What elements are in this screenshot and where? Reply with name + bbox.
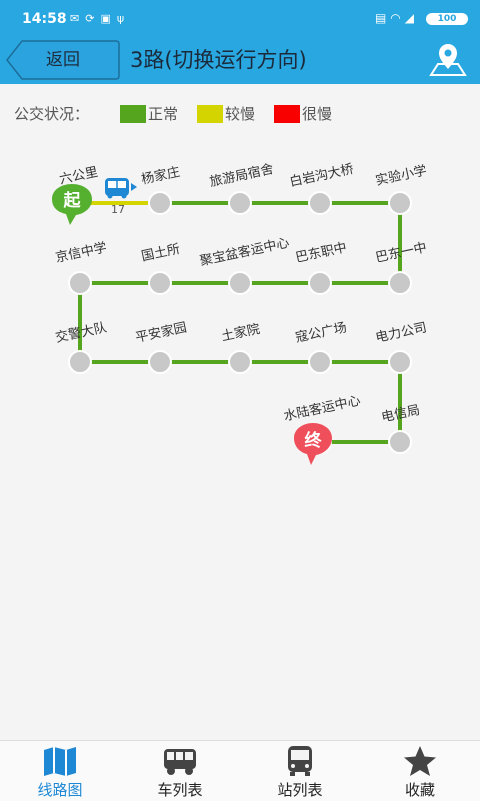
stop-node[interactable] <box>228 271 252 295</box>
stop-label[interactable]: 杨家庄 <box>140 164 181 188</box>
stop-node[interactable] <box>68 271 92 295</box>
nav-favorites-label: 收藏 <box>404 781 435 799</box>
stop-label[interactable]: 聚宝盆客运中心 <box>198 235 290 270</box>
star-icon <box>404 746 436 776</box>
stop-node[interactable] <box>228 191 252 215</box>
route-map: 六公里 杨家庄 旅游局宿舍 白岩沟大桥 实验小学巴东一中巴东职中聚宝盆客运中心国土所京信… <box>52 161 428 465</box>
stop-node[interactable] <box>388 430 412 454</box>
stop-label[interactable]: 国土所 <box>140 242 181 265</box>
end-marker: 终 <box>294 423 332 465</box>
start-marker: 起 <box>52 184 92 225</box>
nav-route-map[interactable]: 线路图 <box>0 741 120 801</box>
stop-node[interactable] <box>228 350 252 374</box>
stop-label[interactable]: 平安家园 <box>134 319 188 345</box>
stop-label[interactable]: 水陆客运中心 <box>282 393 362 425</box>
stop-label[interactable]: 土家院 <box>220 321 261 345</box>
stop-label[interactable]: 实验小学 <box>374 162 428 188</box>
nav-route-map-label: 线路图 <box>37 781 83 799</box>
stop-label[interactable]: 白岩沟大桥 <box>288 161 355 190</box>
stop-label[interactable]: 六公里 <box>58 165 99 188</box>
stop-node[interactable] <box>68 350 92 374</box>
stop-label[interactable]: 京信中学 <box>54 239 108 265</box>
stop-label[interactable]: 巴东职中 <box>294 240 348 265</box>
stop-label[interactable]: 寇公广场 <box>294 319 348 345</box>
bus-icon[interactable] <box>105 178 137 199</box>
bus-icon <box>164 749 196 775</box>
nav-bus-list[interactable]: 车列表 <box>120 741 240 801</box>
stop-node[interactable] <box>148 191 172 215</box>
nav-stop-list-label: 站列表 <box>277 781 323 799</box>
stop-node[interactable] <box>308 271 332 295</box>
stop-node[interactable] <box>308 350 332 374</box>
start-badge: 起 <box>63 190 82 211</box>
stop-node[interactable] <box>308 191 332 215</box>
bus-stop-icon <box>288 746 312 776</box>
map-icon <box>44 747 76 776</box>
stop-node[interactable] <box>148 350 172 374</box>
stop-node[interactable] <box>148 271 172 295</box>
stop-node[interactable] <box>388 350 412 374</box>
stop-label[interactable]: 旅游局宿舍 <box>208 161 275 190</box>
bus-count: 17 <box>111 203 125 216</box>
stop-node[interactable] <box>388 271 412 295</box>
route-stops <box>68 191 412 454</box>
nav-favorites[interactable]: 收藏 <box>360 741 480 801</box>
stop-label[interactable]: 电力公司 <box>374 320 428 345</box>
stop-node[interactable] <box>388 191 412 215</box>
bottom-nav: 线路图 车列表 站列表 收藏 <box>0 740 480 801</box>
end-badge: 终 <box>305 430 323 451</box>
nav-bus-list-label: 车列表 <box>157 781 203 799</box>
nav-stop-list[interactable]: 站列表 <box>240 741 360 801</box>
